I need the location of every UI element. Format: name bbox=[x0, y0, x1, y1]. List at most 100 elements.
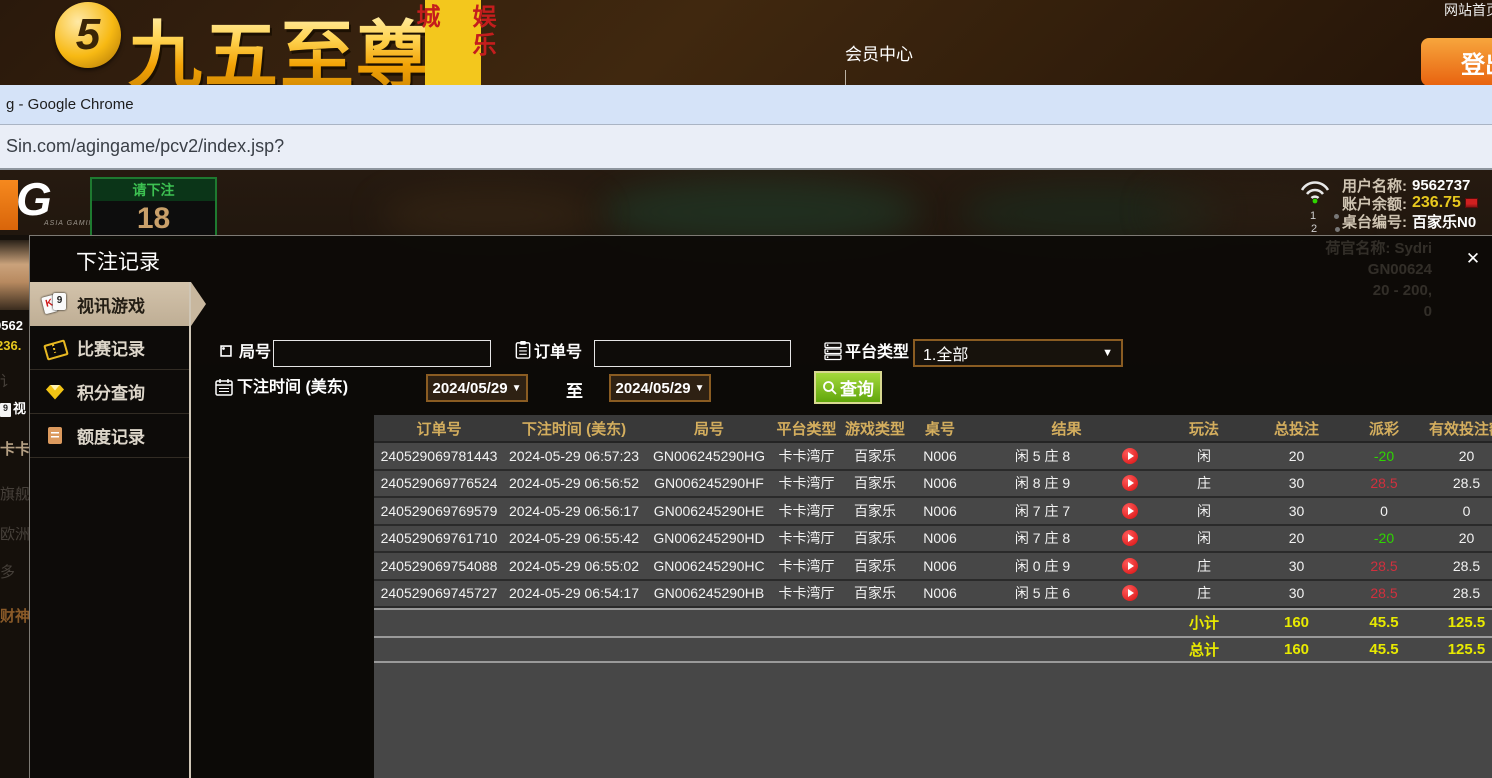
sidebar-item-额度记录[interactable]: 额度记录 bbox=[30, 414, 191, 458]
background-partial-text: 多 bbox=[0, 561, 15, 582]
cell-total_bet: 20 bbox=[1244, 443, 1349, 469]
clipboard-icon bbox=[513, 340, 533, 360]
chrome-url-bar[interactable]: Sin.com/agingame/pcv2/index.jsp? bbox=[0, 125, 1492, 170]
balance-line: 账户余额: 236.75 bbox=[1342, 194, 1492, 212]
wifi-icon bbox=[1298, 180, 1332, 204]
column-header-round_no: 局号 bbox=[644, 415, 774, 441]
order-number-input[interactable] bbox=[594, 340, 791, 367]
summary-cell-order_no bbox=[374, 610, 504, 636]
close-icon[interactable]: ✕ bbox=[1462, 248, 1484, 270]
date-from-picker[interactable]: 2024/05/29 ▼ bbox=[426, 374, 528, 402]
cell-platform: 卡卡湾厅 bbox=[774, 581, 839, 607]
cell-table_no: N006 bbox=[911, 471, 969, 497]
date-to-picker[interactable]: 2024/05/29 ▼ bbox=[609, 374, 711, 402]
ticket-icon bbox=[43, 337, 69, 359]
chrome-window-titlebar[interactable]: g - Google Chrome bbox=[0, 85, 1492, 125]
cell-order_no: 240529069781443 bbox=[374, 443, 504, 469]
cell-bet_time: 2024-05-29 06:56:17 bbox=[504, 498, 644, 524]
sidebar-item-积分查询[interactable]: 积分查询 bbox=[30, 370, 191, 414]
background-partial-text: 欧洲厅 bbox=[0, 523, 29, 544]
bet-countdown-value: 18 bbox=[92, 201, 215, 237]
cell-payout: -20 bbox=[1349, 443, 1419, 469]
background-partial-text: 236. bbox=[0, 338, 21, 353]
cell-valid_bet: 28.5 bbox=[1419, 471, 1492, 497]
cell-bet_type: 闲 bbox=[1164, 443, 1244, 469]
query-button[interactable]: 查询 bbox=[814, 371, 882, 404]
play-button[interactable] bbox=[1122, 558, 1138, 574]
chrome-window-title: g - Google Chrome bbox=[6, 96, 134, 113]
result-text: 闲 5 庄 6 bbox=[1015, 583, 1070, 603]
cell-valid_bet: 28.5 bbox=[1419, 553, 1492, 579]
logout-button[interactable]: 登出 bbox=[1421, 38, 1492, 85]
dialog-header: 下注记录 ✕ bbox=[30, 236, 1492, 282]
cell-round_no: GN006245290HC bbox=[644, 553, 774, 579]
search-icon bbox=[822, 380, 838, 396]
nav-link[interactable]: 会员中心 bbox=[845, 40, 913, 65]
result-text: 闲 8 庄 9 bbox=[1015, 473, 1070, 493]
summary-row: 总计16045.5125.5 bbox=[374, 636, 1492, 664]
cell-valid_bet: 20 bbox=[1419, 526, 1492, 552]
column-header-valid_bet: 有效投注额 bbox=[1419, 415, 1492, 441]
site-link-partial[interactable]: 网站首页 bbox=[1444, 0, 1492, 18]
cell-table_no: N006 bbox=[911, 498, 969, 524]
cell-order_no: 240529069745727 bbox=[374, 581, 504, 607]
summary-cell-result bbox=[969, 610, 1164, 636]
column-header-result: 结果 bbox=[969, 415, 1164, 441]
table-row: 2405290697457272024-05-29 06:54:17GN0062… bbox=[374, 581, 1492, 609]
table-number-label: 桌台编号: bbox=[1342, 211, 1407, 232]
column-header-payout: 派彩 bbox=[1349, 415, 1419, 441]
summary-cell-platform bbox=[774, 610, 839, 636]
table-row: 2405290697695792024-05-29 06:56:17GN0062… bbox=[374, 498, 1492, 526]
table-number-line: 桌台编号: 百家乐N0 bbox=[1342, 212, 1492, 230]
play-button[interactable] bbox=[1122, 475, 1138, 491]
table-header-row: 订单号下注时间 (美东)局号平台类型游戏类型桌号结果玩法总投注派彩有效投注额状态… bbox=[374, 415, 1492, 443]
round-number-input[interactable] bbox=[273, 340, 491, 367]
cell-valid_bet: 0 bbox=[1419, 498, 1492, 524]
dialog-content: 局号 订单号 平台类型 1.全部 ▼ bbox=[191, 282, 1492, 778]
platform-type-select[interactable]: 1.全部 ▼ bbox=[913, 339, 1123, 367]
summary-cell-game_type bbox=[839, 638, 911, 662]
order-number-label: 订单号 bbox=[534, 340, 582, 366]
diamond-icon bbox=[43, 381, 69, 403]
platform-type-value: 1.全部 bbox=[923, 341, 968, 365]
chevron-down-icon: ▼ bbox=[695, 383, 705, 394]
column-header-game_type: 游戏类型 bbox=[839, 415, 911, 441]
cell-total_bet: 30 bbox=[1244, 553, 1349, 579]
play-button[interactable] bbox=[1122, 503, 1138, 519]
nav-separator: ｜ bbox=[837, 65, 921, 85]
summary-cell-game_type bbox=[839, 610, 911, 636]
play-button[interactable] bbox=[1122, 530, 1138, 546]
cell-round_no: GN006245290HG bbox=[644, 443, 774, 469]
user-name-value: 9562737 bbox=[1412, 177, 1470, 194]
summary-cell-order_no bbox=[374, 638, 504, 662]
cell-total_bet: 30 bbox=[1244, 498, 1349, 524]
summary-cell-total_bet: 160 bbox=[1244, 638, 1349, 662]
summary-cell-bet_type: 小计 bbox=[1164, 610, 1244, 636]
brand-coin-logo: 5 bbox=[55, 2, 121, 68]
summary-cell-payout: 45.5 bbox=[1349, 610, 1419, 636]
cell-platform: 卡卡湾厅 bbox=[774, 443, 839, 469]
dealer-avatar bbox=[0, 240, 29, 310]
cell-valid_bet: 28.5 bbox=[1419, 581, 1492, 607]
cell-bet_type: 庄 bbox=[1164, 581, 1244, 607]
query-button-label: 查询 bbox=[840, 375, 874, 400]
play-button[interactable] bbox=[1122, 448, 1138, 464]
road-row-number: 2 bbox=[1311, 223, 1340, 235]
cell-result: 闲 0 庄 9 bbox=[969, 553, 1164, 579]
play-button[interactable] bbox=[1122, 585, 1138, 601]
background-partial-text: 卡卡 bbox=[0, 438, 29, 459]
cell-platform: 卡卡湾厅 bbox=[774, 498, 839, 524]
summary-cell-round_no bbox=[644, 638, 774, 662]
column-header-table_no: 桌号 bbox=[911, 415, 969, 441]
user-name-line: 用户名称: 9562737 bbox=[1342, 176, 1492, 194]
bet-countdown-box: 请下注 18 bbox=[90, 177, 217, 239]
sidebar-item-比赛记录[interactable]: 比赛记录 bbox=[30, 326, 191, 370]
sidebar-item-视讯游戏[interactable]: K9视讯游戏 bbox=[30, 282, 191, 326]
summary-cell-bet_type: 总计 bbox=[1164, 638, 1244, 662]
bet-time-label: 下注时间 (美东) bbox=[237, 375, 348, 401]
cell-bet_type: 闲 bbox=[1164, 526, 1244, 552]
cell-bet_time: 2024-05-29 06:57:23 bbox=[504, 443, 644, 469]
cell-bet_time: 2024-05-29 06:55:42 bbox=[504, 526, 644, 552]
sidebar-item-label: 视讯游戏 bbox=[77, 292, 145, 317]
top-nav: 会员中心｜线上存款｜线上取款｜一键归户 bbox=[835, 40, 923, 85]
